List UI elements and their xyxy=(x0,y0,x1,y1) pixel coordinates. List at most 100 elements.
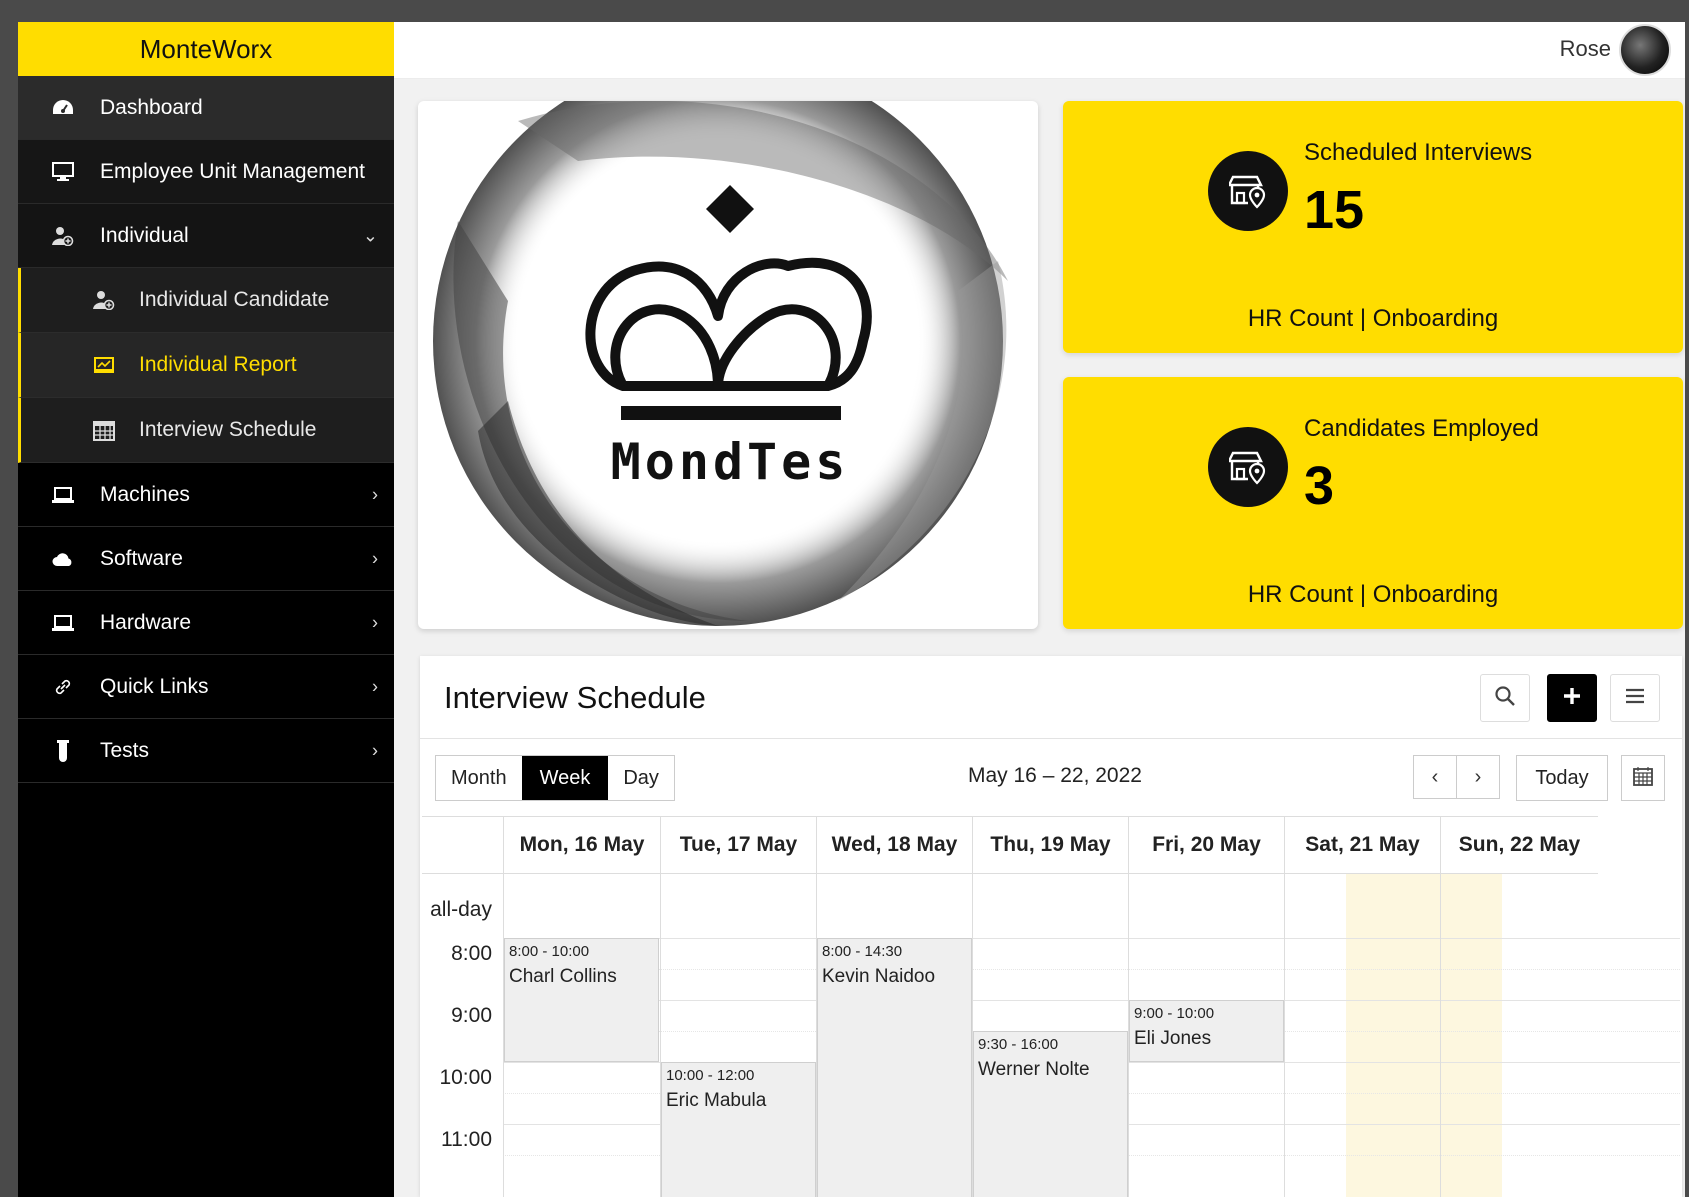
sidebar-item-machines[interactable]: Machines › xyxy=(18,463,394,527)
interview-schedule-card: Interview Schedule Month Week Day May 16… xyxy=(420,656,1682,1197)
stat-card-scheduled-interviews[interactable]: Scheduled Interviews 15 HR Count | Onboa… xyxy=(1063,101,1683,353)
sidebar-item-individual-candidate[interactable]: Individual Candidate xyxy=(18,268,394,333)
day-header: Wed, 18 May xyxy=(816,816,972,874)
sidebar-item-dashboard[interactable]: Dashboard xyxy=(18,76,394,140)
event-time: 8:00 - 14:30 xyxy=(822,943,903,960)
sidebar-item-quick-links[interactable]: Quick Links › xyxy=(18,655,394,719)
sidebar-item-software[interactable]: Software › xyxy=(18,527,394,591)
laptop-icon xyxy=(48,614,78,632)
stat-label: Scheduled Interviews xyxy=(1304,139,1533,166)
user-add-icon xyxy=(89,290,119,310)
date-picker-button[interactable] xyxy=(1621,755,1665,801)
calendar-event[interactable]: 10:00 - 12:00 Eric Mabula xyxy=(661,1062,816,1197)
user-name[interactable]: Rose xyxy=(1560,36,1611,62)
avatar[interactable] xyxy=(1619,24,1671,76)
time-label: 11:00 xyxy=(441,1128,492,1151)
sidebar-item-label: Interview Schedule xyxy=(139,418,317,441)
sidebar-item-label: Employee Unit Management xyxy=(100,159,365,183)
time-gutter-header xyxy=(422,816,503,874)
sidebar-item-interview-schedule[interactable]: Interview Schedule xyxy=(18,398,394,463)
event-name: Charl Collins xyxy=(509,966,617,987)
sidebar-item-label: Quick Links xyxy=(100,674,209,698)
sidebar-item-hardware[interactable]: Hardware › xyxy=(18,591,394,655)
event-time: 9:30 - 16:00 xyxy=(978,1036,1059,1053)
cloud-icon xyxy=(48,551,78,567)
event-name: Eric Mabula xyxy=(666,1090,767,1111)
event-name: Werner Nolte xyxy=(978,1059,1090,1080)
calendar-event[interactable]: 9:30 - 16:00 Werner Nolte xyxy=(973,1031,1128,1197)
event-time: 8:00 - 10:00 xyxy=(509,943,590,960)
window-frame-top xyxy=(0,0,1689,22)
sidebar-item-label: Individual Report xyxy=(139,353,297,376)
view-month-button[interactable]: Month xyxy=(436,756,522,800)
sidebar-item-individual-report[interactable]: Individual Report xyxy=(18,333,394,398)
stat-value: 3 xyxy=(1304,456,1335,516)
search-button[interactable] xyxy=(1480,674,1530,722)
store-location-icon xyxy=(1208,427,1288,507)
plus-icon xyxy=(1562,686,1582,711)
stat-footer: HR Count | Onboarding xyxy=(1247,581,1499,608)
calendar-icon xyxy=(1632,765,1654,792)
link-icon xyxy=(48,676,78,698)
chevron-right-icon: › xyxy=(372,740,378,760)
calendar-title: Interview Schedule xyxy=(444,680,706,715)
brand-logo[interactable]: MonteWorx xyxy=(18,22,394,76)
today-column-highlight xyxy=(1346,874,1502,1197)
sidebar-item-label: Tests xyxy=(100,738,150,762)
sidebar-item-employee-unit-management[interactable]: Employee Unit Management xyxy=(18,140,394,204)
allday-label: all-day xyxy=(430,898,492,921)
add-event-button[interactable] xyxy=(1547,674,1597,722)
grid-line xyxy=(503,1000,1680,1001)
laptop-icon xyxy=(48,486,78,504)
day-header: Thu, 19 May xyxy=(972,816,1128,874)
dashboard-icon xyxy=(48,98,78,118)
user-add-icon xyxy=(48,226,78,246)
today-button[interactable]: Today xyxy=(1516,755,1608,801)
stat-card-candidates-employed[interactable]: Candidates Employed 3 HR Count | Onboard… xyxy=(1063,377,1683,629)
view-day-button[interactable]: Day xyxy=(608,756,674,800)
calendar-event[interactable]: 8:00 - 14:30 Kevin Naidoo xyxy=(817,938,972,1197)
day-header: Fri, 20 May xyxy=(1128,816,1284,874)
calendar-event[interactable]: 8:00 - 10:00 Charl Collins xyxy=(504,938,659,1062)
day-header: Sat, 21 May xyxy=(1284,816,1440,874)
sidebar-item-label: Software xyxy=(100,546,183,570)
date-range: May 16 – 22, 2022 xyxy=(968,764,1142,787)
search-icon xyxy=(1494,685,1516,712)
event-name: Kevin Naidoo xyxy=(822,966,936,987)
week-grid: Mon, 16 May Tue, 17 May Wed, 18 May Thu,… xyxy=(422,816,1680,1197)
sidebar-item-label: Dashboard xyxy=(100,95,203,119)
test-tube-icon xyxy=(48,739,78,762)
calendar-event[interactable]: 9:00 - 10:00 Eli Jones xyxy=(1129,1000,1284,1062)
event-time: 9:00 - 10:00 xyxy=(1134,1005,1215,1022)
sidebar-item-label: Machines xyxy=(100,482,190,506)
chevron-right-icon: › xyxy=(372,548,378,568)
chevron-down-icon: ⌄ xyxy=(362,225,378,245)
divider xyxy=(420,738,1682,739)
grid-line xyxy=(503,969,1680,970)
chevron-right-icon: › xyxy=(372,676,378,696)
sidebar-item-label: Individual Candidate xyxy=(139,288,330,311)
window-frame-left xyxy=(0,0,18,1197)
menu-button[interactable] xyxy=(1610,674,1660,722)
sidebar-item-individual[interactable]: Individual ⌄ xyxy=(18,204,394,268)
sidebar-item-tests[interactable]: Tests › xyxy=(18,719,394,783)
view-week-button[interactable]: Week xyxy=(521,756,609,800)
event-time: 10:00 - 12:00 xyxy=(666,1067,755,1084)
stat-label: Candidates Employed xyxy=(1304,415,1539,442)
company-logo-card: MondTes xyxy=(418,101,1038,629)
stat-footer: HR Count | Onboarding xyxy=(1247,305,1499,332)
event-name: Eli Jones xyxy=(1134,1028,1212,1049)
next-week-button[interactable]: › xyxy=(1456,755,1500,799)
grid-line xyxy=(503,938,1680,939)
monitor-icon xyxy=(48,161,78,182)
menu-icon xyxy=(1625,688,1645,709)
company-logo: MondTes xyxy=(433,101,1008,626)
chevron-left-icon: ‹ xyxy=(1431,765,1439,788)
chevron-right-icon: › xyxy=(372,612,378,632)
sidebar: MonteWorx Dashboard Employee Unit Manage… xyxy=(18,22,394,1197)
time-label: 8:00 xyxy=(451,942,492,965)
day-header: Mon, 16 May xyxy=(503,816,660,874)
store-location-icon xyxy=(1208,151,1288,231)
grid-line xyxy=(1284,816,1285,1197)
prev-week-button[interactable]: ‹ xyxy=(1413,755,1457,799)
